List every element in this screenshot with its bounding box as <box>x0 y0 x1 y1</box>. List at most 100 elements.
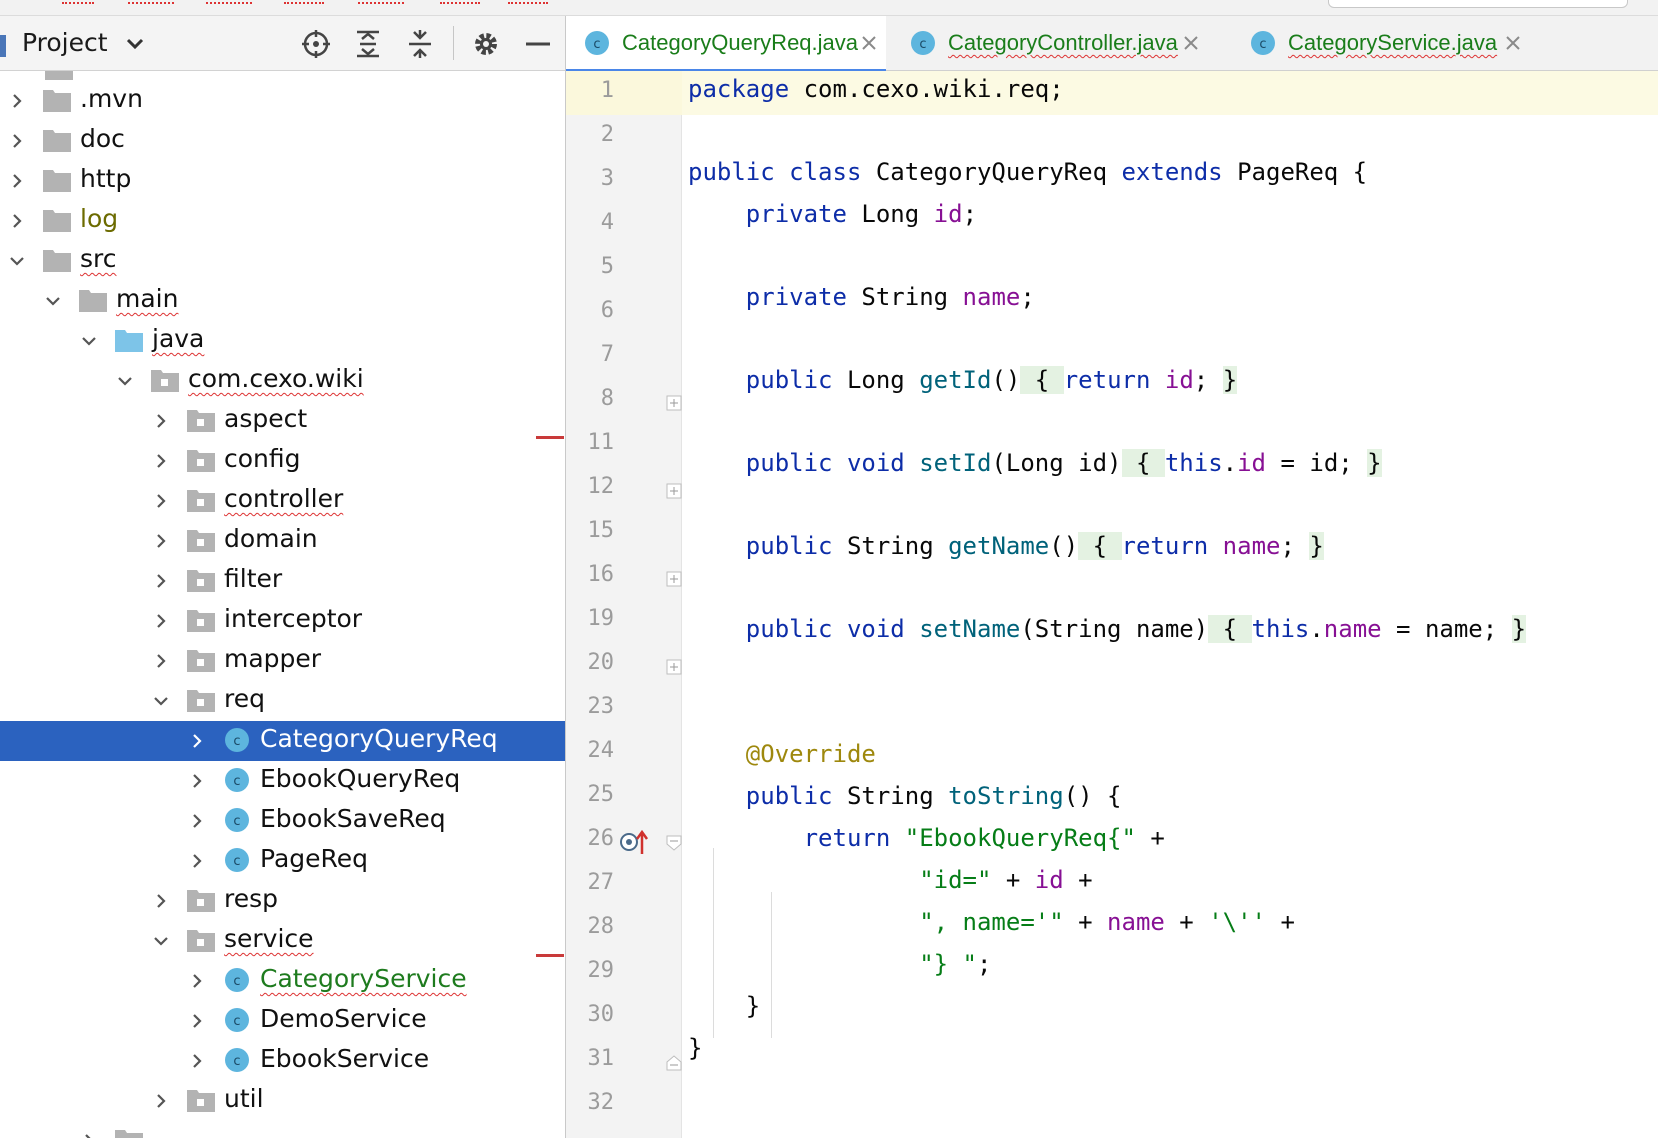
tree-row[interactable]: c DemoService <box>0 1001 565 1041</box>
chevron-right-icon[interactable] <box>188 972 206 990</box>
search-field[interactable] <box>1328 0 1628 8</box>
type-name: Long <box>846 200 934 228</box>
breadcrumb-item[interactable] <box>62 0 94 4</box>
fold-end-icon[interactable] <box>666 1055 682 1071</box>
tab-categorycontroller[interactable]: c CategoryController.java <box>892 16 1212 71</box>
chevron-down-icon[interactable] <box>80 332 98 350</box>
fold-expand-icon[interactable] <box>666 659 682 675</box>
tree-row[interactable]: service <box>0 921 565 961</box>
chevron-right-icon[interactable] <box>80 1132 98 1138</box>
tree-row[interactable] <box>0 1121 565 1138</box>
folded-block[interactable]: { <box>1121 449 1165 477</box>
breadcrumb-item[interactable] <box>284 0 324 4</box>
chevron-right-icon[interactable] <box>152 612 170 630</box>
chevron-right-icon[interactable] <box>152 492 170 510</box>
tree-row-selected[interactable]: c CategoryQueryReq <box>0 721 565 761</box>
chevron-right-icon[interactable] <box>8 212 26 230</box>
project-view-selector[interactable]: Project <box>22 28 108 57</box>
breadcrumb-item[interactable] <box>440 0 480 4</box>
chevron-right-icon[interactable] <box>188 732 206 750</box>
expand-all-icon[interactable] <box>352 28 384 60</box>
hide-icon[interactable] <box>522 28 554 60</box>
close-icon[interactable] <box>1180 32 1202 54</box>
fold-collapse-icon[interactable] <box>666 835 682 851</box>
chevron-right-icon[interactable] <box>188 1052 206 1070</box>
chevron-down-icon[interactable] <box>116 372 134 390</box>
chevron-right-icon[interactable] <box>152 572 170 590</box>
chevron-right-icon[interactable] <box>8 92 26 110</box>
tree-row[interactable]: http <box>0 161 565 201</box>
folded-block[interactable]: { <box>1078 532 1122 560</box>
chevron-down-icon[interactable] <box>126 38 144 50</box>
tree-row[interactable]: util <box>0 1081 565 1121</box>
tree-item-label: main <box>116 284 179 313</box>
tree-row[interactable]: c CategoryService <box>0 961 565 1001</box>
chevron-right-icon[interactable] <box>188 1012 206 1030</box>
tab-categoryqueryreq[interactable]: c CategoryQueryReq.java <box>566 16 886 72</box>
chevron-right-icon[interactable] <box>152 1092 170 1110</box>
breadcrumb-item[interactable] <box>508 0 548 4</box>
folded-block[interactable]: } <box>1309 532 1324 560</box>
tree-row[interactable]: resp <box>0 881 565 921</box>
tree-row[interactable]: mapper <box>0 641 565 681</box>
tree-row[interactable]: com.cexo.wiki <box>0 361 565 401</box>
chevron-right-icon[interactable] <box>152 652 170 670</box>
breadcrumb-item[interactable] <box>206 0 252 4</box>
folded-block[interactable]: { <box>1020 366 1064 394</box>
folded-block[interactable]: } <box>1222 366 1238 394</box>
tree-row[interactable]: c EbookQueryReq <box>0 761 565 801</box>
tree-row[interactable]: filter <box>0 561 565 601</box>
breadcrumb-item[interactable] <box>358 0 404 4</box>
tree-row[interactable]: java <box>0 321 565 361</box>
chevron-right-icon[interactable] <box>152 892 170 910</box>
override-method-icon[interactable] <box>618 828 652 856</box>
chevron-down-icon[interactable] <box>152 692 170 710</box>
folded-block[interactable]: } <box>1511 615 1527 643</box>
error-stripe-marker[interactable] <box>536 954 564 957</box>
tree-row[interactable]: aspect <box>0 401 565 441</box>
error-stripe-marker[interactable] <box>536 436 564 439</box>
tree-row[interactable]: src <box>0 241 565 281</box>
chevron-right-icon[interactable] <box>188 812 206 830</box>
tree-row[interactable]: main <box>0 281 565 321</box>
chevron-right-icon[interactable] <box>152 452 170 470</box>
tree-row[interactable]: config <box>0 441 565 481</box>
tree-row[interactable]: .mvn <box>0 81 565 121</box>
chevron-right-icon[interactable] <box>152 532 170 550</box>
close-icon[interactable] <box>1502 32 1524 54</box>
project-tree[interactable]: .mvn doc http log src main java com.cexo… <box>0 71 565 1138</box>
tab-categoryservice[interactable]: c CategoryService.java <box>1232 16 1552 71</box>
tree-row[interactable]: doc <box>0 121 565 161</box>
tree-row[interactable]: c EbookService <box>0 1041 565 1081</box>
chevron-down-icon[interactable] <box>44 292 62 310</box>
chevron-down-icon[interactable] <box>8 252 26 270</box>
tree-row[interactable]: c EbookSaveReq <box>0 801 565 841</box>
class-icon: c <box>585 31 609 55</box>
chevron-right-icon[interactable] <box>188 772 206 790</box>
chevron-right-icon[interactable] <box>8 172 26 190</box>
fold-expand-icon[interactable] <box>666 395 682 411</box>
tree-row[interactable]: controller <box>0 481 565 521</box>
chevron-right-icon[interactable] <box>8 132 26 150</box>
chevron-right-icon[interactable] <box>188 852 206 870</box>
tree-row[interactable]: domain <box>0 521 565 561</box>
fold-expand-icon[interactable] <box>666 571 682 587</box>
folded-block[interactable]: { <box>1208 615 1252 643</box>
gear-icon[interactable] <box>470 28 502 60</box>
breadcrumb-item[interactable] <box>128 0 174 4</box>
folded-block[interactable]: } <box>1367 449 1382 477</box>
close-icon[interactable] <box>858 32 880 54</box>
chevron-right-icon[interactable] <box>152 412 170 430</box>
locate-icon[interactable] <box>300 28 332 60</box>
code-text: ; <box>1193 366 1223 394</box>
fold-expand-icon[interactable] <box>666 483 682 499</box>
collapse-all-icon[interactable] <box>404 28 436 60</box>
tree-row[interactable]: interceptor <box>0 601 565 641</box>
package-icon <box>187 890 215 912</box>
tree-row[interactable]: req <box>0 681 565 721</box>
tree-row[interactable]: log <box>0 201 565 241</box>
tree-row[interactable]: c PageReq <box>0 841 565 881</box>
type-name: String <box>832 532 949 560</box>
chevron-down-icon[interactable] <box>152 932 170 950</box>
code-text: = name; <box>1381 615 1512 643</box>
